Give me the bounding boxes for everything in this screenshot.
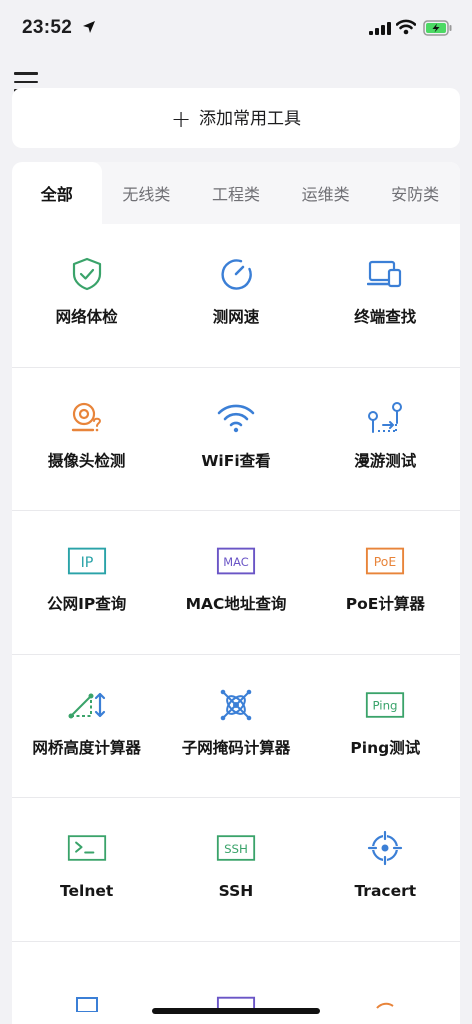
shield-check-icon (67, 254, 107, 294)
device-search-icon (365, 254, 405, 294)
tab-engineering[interactable]: 工程类 (191, 162, 281, 224)
tab-wireless[interactable]: 无线类 (102, 162, 192, 224)
location-arrow-icon (83, 21, 95, 33)
mac-icon: MAC (216, 541, 256, 581)
crosshair-icon (365, 828, 405, 868)
tool-network-check[interactable]: 网络体检 (12, 224, 161, 367)
purple-tool-icon (216, 972, 256, 1012)
tab-operations[interactable]: 运维类 (281, 162, 371, 224)
tool-label: PoE计算器 (345, 595, 425, 613)
tool-ssh[interactable]: SSH SSH (161, 798, 310, 941)
tool-speed-test[interactable]: 测网速 (161, 224, 310, 367)
status-time: 23:52 (22, 17, 73, 38)
status-bar: 23:52 (0, 0, 472, 56)
tool-label: Telnet (60, 882, 114, 900)
tool-public-ip[interactable]: IP 公网IP查询 (12, 511, 161, 654)
svg-text:Ping: Ping (373, 698, 398, 712)
bridge-height-icon (67, 685, 107, 725)
orange-tool-icon (365, 972, 405, 1012)
tools-row: 摄像头检测 WiFi查看 漫游测试 (12, 368, 460, 511)
tool-roaming-test[interactable]: 漫游测试 (311, 368, 460, 511)
tools-panel: 全部 无线类 工程类 运维类 安防类 网络体检 测网速 终端查找 摄像头检测 W… (12, 162, 460, 1024)
tool-label: 测网速 (212, 308, 260, 326)
tool-label: WiFi查看 (201, 451, 271, 470)
wifi-status-icon (396, 19, 416, 35)
tools-row: Telnet SSH SSH Tracert (12, 798, 460, 942)
wifi-icon (216, 398, 256, 438)
tools-row: 网络体检 测网速 终端查找 (12, 224, 460, 368)
svg-text:SSH: SSH (224, 842, 248, 856)
tool-subnet-mask[interactable]: 子网掩码计算器 (161, 655, 310, 798)
tool-poe-calculator[interactable]: PoE PoE计算器 (311, 511, 460, 654)
tools-grid: 网络体检 测网速 终端查找 摄像头检测 WiFi查看 漫游测试 IP 公网IP查… (12, 224, 460, 1022)
svg-text:PoE: PoE (374, 555, 397, 569)
add-common-tool-button[interactable]: + 添加常用工具 (12, 88, 460, 148)
roaming-icon (365, 398, 405, 438)
tool-telnet[interactable]: Telnet (12, 798, 161, 941)
add-tool-label: 添加常用工具 (199, 109, 302, 129)
tools-row: IP 公网IP查询 MAC MAC地址查询 PoE PoE计算器 (12, 511, 460, 655)
tool-label: MAC地址查询 (185, 595, 287, 613)
tools-row: 网桥高度计算器 子网掩码计算器 Ping Ping测试 (12, 655, 460, 798)
svg-text:MAC: MAC (223, 555, 248, 569)
tool-next-1[interactable] (12, 942, 161, 1022)
tool-next-3[interactable] (311, 942, 460, 1022)
tool-tracert[interactable]: Tracert (311, 798, 460, 941)
tool-wifi-view[interactable]: WiFi查看 (161, 368, 310, 511)
terminal-icon (67, 828, 107, 868)
tool-label: 网桥高度计算器 (32, 738, 141, 757)
plus-icon: + (170, 105, 192, 133)
tool-bridge-height[interactable]: 网桥高度计算器 (12, 655, 161, 798)
tab-all[interactable]: 全部 (12, 162, 102, 224)
tool-camera-detect[interactable]: 摄像头检测 (12, 368, 161, 511)
cellular-signal-icon (369, 22, 391, 35)
ping-icon: Ping (365, 685, 405, 725)
tool-label: 终端查找 (354, 308, 417, 326)
battery-charging-icon (423, 20, 452, 36)
tool-mac-lookup[interactable]: MAC MAC地址查询 (161, 511, 310, 654)
blue-tool-icon (67, 972, 107, 1012)
category-tabs: 全部 无线类 工程类 运维类 安防类 (12, 162, 460, 224)
ssh-icon: SSH (216, 828, 256, 868)
camera-question-icon (67, 398, 107, 438)
tool-label: 摄像头检测 (47, 451, 126, 470)
home-indicator[interactable] (152, 1008, 320, 1014)
tool-label: Tracert (354, 882, 417, 900)
tool-label: 子网掩码计算器 (181, 738, 291, 757)
poe-icon: PoE (365, 541, 405, 581)
tool-label: Ping测试 (350, 738, 421, 757)
tool-ping-test[interactable]: Ping Ping测试 (311, 655, 460, 798)
tool-label: 公网IP查询 (47, 595, 127, 613)
svg-text:IP: IP (80, 555, 93, 571)
subnet-mask-icon (216, 685, 256, 725)
tool-device-finder[interactable]: 终端查找 (311, 224, 460, 367)
ip-icon: IP (67, 541, 107, 581)
speedometer-icon (216, 254, 256, 294)
tool-label: 网络体检 (55, 308, 118, 326)
tool-label: 漫游测试 (354, 451, 417, 470)
tab-security[interactable]: 安防类 (370, 162, 460, 224)
tool-label: SSH (218, 882, 254, 900)
